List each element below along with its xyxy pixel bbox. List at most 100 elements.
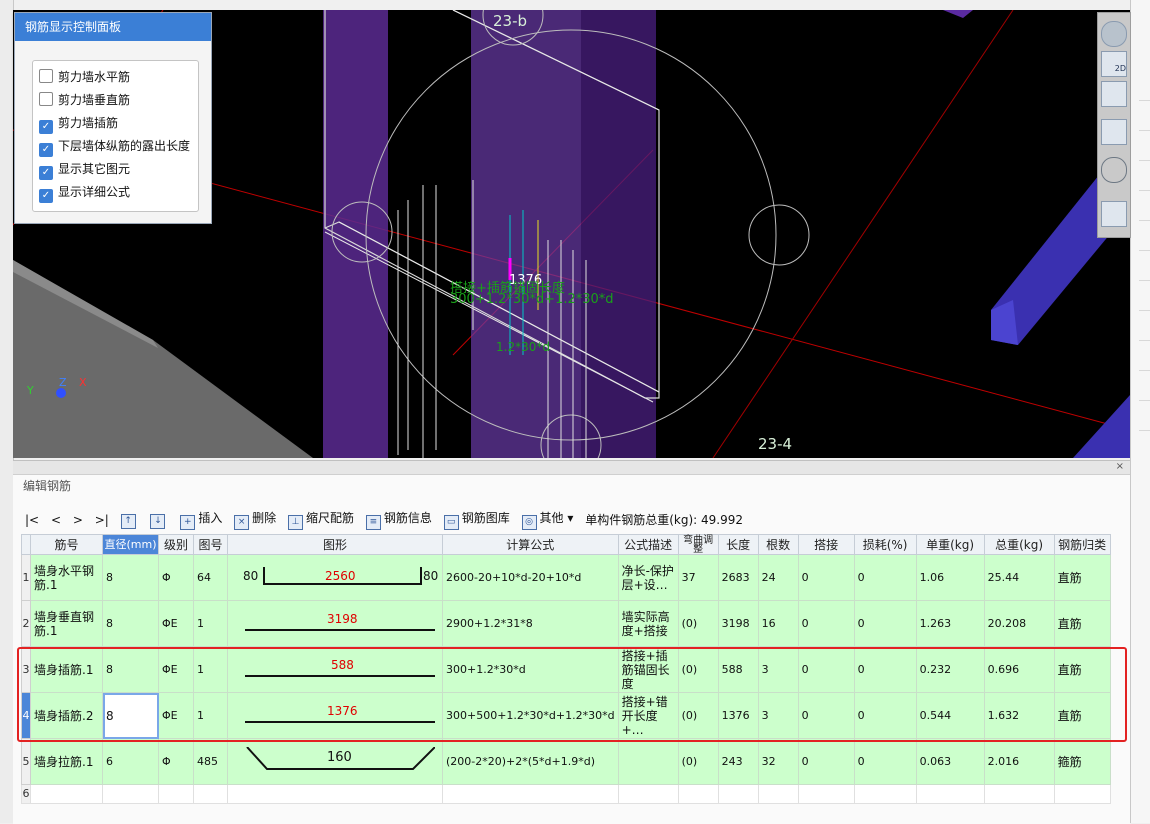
formula-cell[interactable]: 300+1.2*30*d [442, 646, 619, 693]
rotate-icon[interactable] [1101, 157, 1127, 183]
col-header[interactable]: 根数 [757, 534, 799, 555]
bend-cell[interactable]: (0) [677, 738, 719, 785]
diameter-cell[interactable]: 8 [102, 692, 159, 739]
col-header[interactable]: 弯曲调整 [677, 534, 719, 555]
checkbox[interactable]: ✓ [39, 189, 53, 203]
count-cell[interactable]: 16 [757, 600, 799, 647]
col-header[interactable]: 计算公式 [442, 534, 619, 555]
grade-cell[interactable]: ΦE [158, 600, 194, 647]
close-icon[interactable]: × [1116, 461, 1124, 472]
bend-cell[interactable]: 37 [677, 554, 719, 601]
grade-cell[interactable]: Φ [158, 738, 194, 785]
description-cell[interactable]: 搭接+插筋锚固长度 [617, 646, 679, 693]
checkbox[interactable]: ✓ [39, 120, 53, 134]
scale-rebar-button[interactable]: ⊥ 缩尺配筋 [288, 509, 354, 530]
loss-cell[interactable]: 0 [853, 646, 917, 693]
rebar-name-cell[interactable]: 墙身垂直钢筋.1 [30, 600, 103, 647]
grade-cell[interactable]: Φ [158, 554, 194, 601]
total-weight-cell[interactable]: 2.016 [983, 738, 1055, 785]
shape-cell[interactable]: 80 2560 80 [227, 554, 443, 601]
table-row[interactable]: 6 [21, 784, 1111, 804]
count-cell[interactable]: 3 [757, 646, 799, 693]
col-header[interactable]: 图号 [193, 534, 228, 555]
col-header[interactable]: 钢筋归类 [1053, 534, 1111, 555]
category-cell[interactable]: 直筋 [1053, 600, 1111, 647]
lap-cell[interactable]: 0 [797, 554, 855, 601]
shape-cell[interactable]: 160 [227, 738, 443, 785]
prev-record-button[interactable]: < [51, 513, 61, 527]
lap-cell[interactable]: 0 [797, 646, 855, 693]
description-cell[interactable] [617, 738, 679, 785]
shape-cell[interactable]: 588 [227, 646, 443, 693]
figure-no-cell[interactable]: 485 [193, 738, 228, 785]
shape-cell[interactable]: 1376 [227, 692, 443, 739]
option-detailed-formula[interactable]: ✓ 显示详细公式 [39, 182, 130, 203]
checkbox[interactable]: ✓ [39, 166, 53, 180]
count-cell[interactable]: 24 [757, 554, 799, 601]
rebar-name-cell[interactable]: 墙身水平钢筋.1 [30, 554, 103, 601]
insert-button[interactable]: + 插入 [180, 509, 222, 530]
top-view-icon[interactable] [1101, 81, 1127, 107]
loss-cell[interactable]: 0 [853, 692, 917, 739]
rebar-info-button[interactable]: ≡ 钢筋信息 [365, 509, 432, 530]
col-header[interactable]: 总重(kg) [983, 534, 1055, 555]
lap-cell[interactable]: 0 [797, 738, 855, 785]
col-header[interactable]: 搭接 [797, 534, 855, 555]
total-weight-cell[interactable]: 1.632 [983, 692, 1055, 739]
total-weight-cell[interactable]: 20.208 [983, 600, 1055, 647]
description-cell[interactable]: 墙实际高度+搭接 [617, 600, 679, 647]
checkbox[interactable] [39, 69, 53, 83]
unit-weight-cell[interactable]: 1.06 [915, 554, 985, 601]
length-cell[interactable]: 2683 [717, 554, 759, 601]
table-row[interactable]: 3 墙身插筋.1 8 ΦE 1 588 300+1.2*30*d 搭接+插筋锚固… [21, 646, 1111, 693]
move-up-button[interactable]: ↑ [120, 510, 139, 529]
formula-cell[interactable]: 2600-20+10*d-20+10*d [442, 554, 619, 601]
option-other-elements[interactable]: ✓ 显示其它图元 [39, 159, 130, 180]
col-header[interactable]: 图形 [227, 534, 443, 555]
option-vertical-bars[interactable]: 剪力墙垂直筋 [39, 90, 130, 110]
description-cell[interactable]: 净长-保护层+设… [617, 554, 679, 601]
shape-cell[interactable]: 3198 [227, 600, 443, 647]
col-header[interactable]: 筋号 [30, 534, 103, 555]
lap-cell[interactable]: 0 [797, 692, 855, 739]
col-header[interactable]: 级别 [158, 534, 194, 555]
bend-cell[interactable]: (0) [677, 692, 719, 739]
total-weight-cell[interactable]: 0.696 [983, 646, 1055, 693]
bend-cell[interactable]: (0) [677, 600, 719, 647]
diameter-cell[interactable]: 8 [102, 646, 159, 693]
count-cell[interactable]: 3 [757, 692, 799, 739]
formula-cell[interactable]: 300+500+1.2*30*d+1.2*30*d [442, 692, 619, 739]
grade-cell[interactable]: ΦE [158, 646, 194, 693]
table-row[interactable]: 1 墙身水平钢筋.1 8 Φ 64 80 2560 80 2600-20+10*… [21, 554, 1111, 601]
count-cell[interactable]: 32 [757, 738, 799, 785]
col-header[interactable]: 直径(mm) [102, 534, 159, 555]
table-row[interactable]: 2 墙身垂直钢筋.1 8 ΦE 1 3198 2900+1.2*31*8 墙实际… [21, 600, 1111, 647]
move-down-button[interactable]: ↓ [150, 510, 168, 529]
formula-cell[interactable]: 2900+1.2*31*8 [442, 600, 619, 647]
col-header[interactable]: 单重(kg) [915, 534, 985, 555]
col-header[interactable]: 公式描述 [617, 534, 679, 555]
iso-view-icon[interactable] [1101, 119, 1127, 145]
figure-no-cell[interactable]: 64 [193, 554, 228, 601]
col-header[interactable]: 损耗(%) [853, 534, 917, 555]
col-header[interactable]: 长度 [717, 534, 759, 555]
figure-no-cell[interactable]: 1 [193, 692, 228, 739]
checkbox[interactable]: ✓ [39, 143, 53, 157]
next-record-button[interactable]: > [73, 513, 83, 527]
bend-cell[interactable]: (0) [677, 646, 719, 693]
unit-weight-cell[interactable]: 0.544 [915, 692, 985, 739]
loss-cell[interactable]: 0 [853, 554, 917, 601]
settings-icon[interactable] [1101, 201, 1127, 227]
table-row[interactable]: 4 墙身插筋.2 8 ΦE 1 1376 300+500+1.2*30*d+1.… [21, 692, 1111, 739]
figure-no-cell[interactable]: 1 [193, 646, 228, 693]
diameter-cell[interactable]: 8 [102, 554, 159, 601]
lap-cell[interactable]: 0 [797, 600, 855, 647]
length-cell[interactable]: 588 [717, 646, 759, 693]
category-cell[interactable]: 直筋 [1053, 692, 1111, 739]
total-weight-cell[interactable]: 25.44 [983, 554, 1055, 601]
first-record-button[interactable]: |< [25, 513, 39, 527]
rebar-library-button[interactable]: ▭ 钢筋图库 [443, 509, 510, 530]
last-record-button[interactable]: >| [95, 513, 109, 527]
length-cell[interactable]: 3198 [717, 600, 759, 647]
loss-cell[interactable]: 0 [853, 738, 917, 785]
